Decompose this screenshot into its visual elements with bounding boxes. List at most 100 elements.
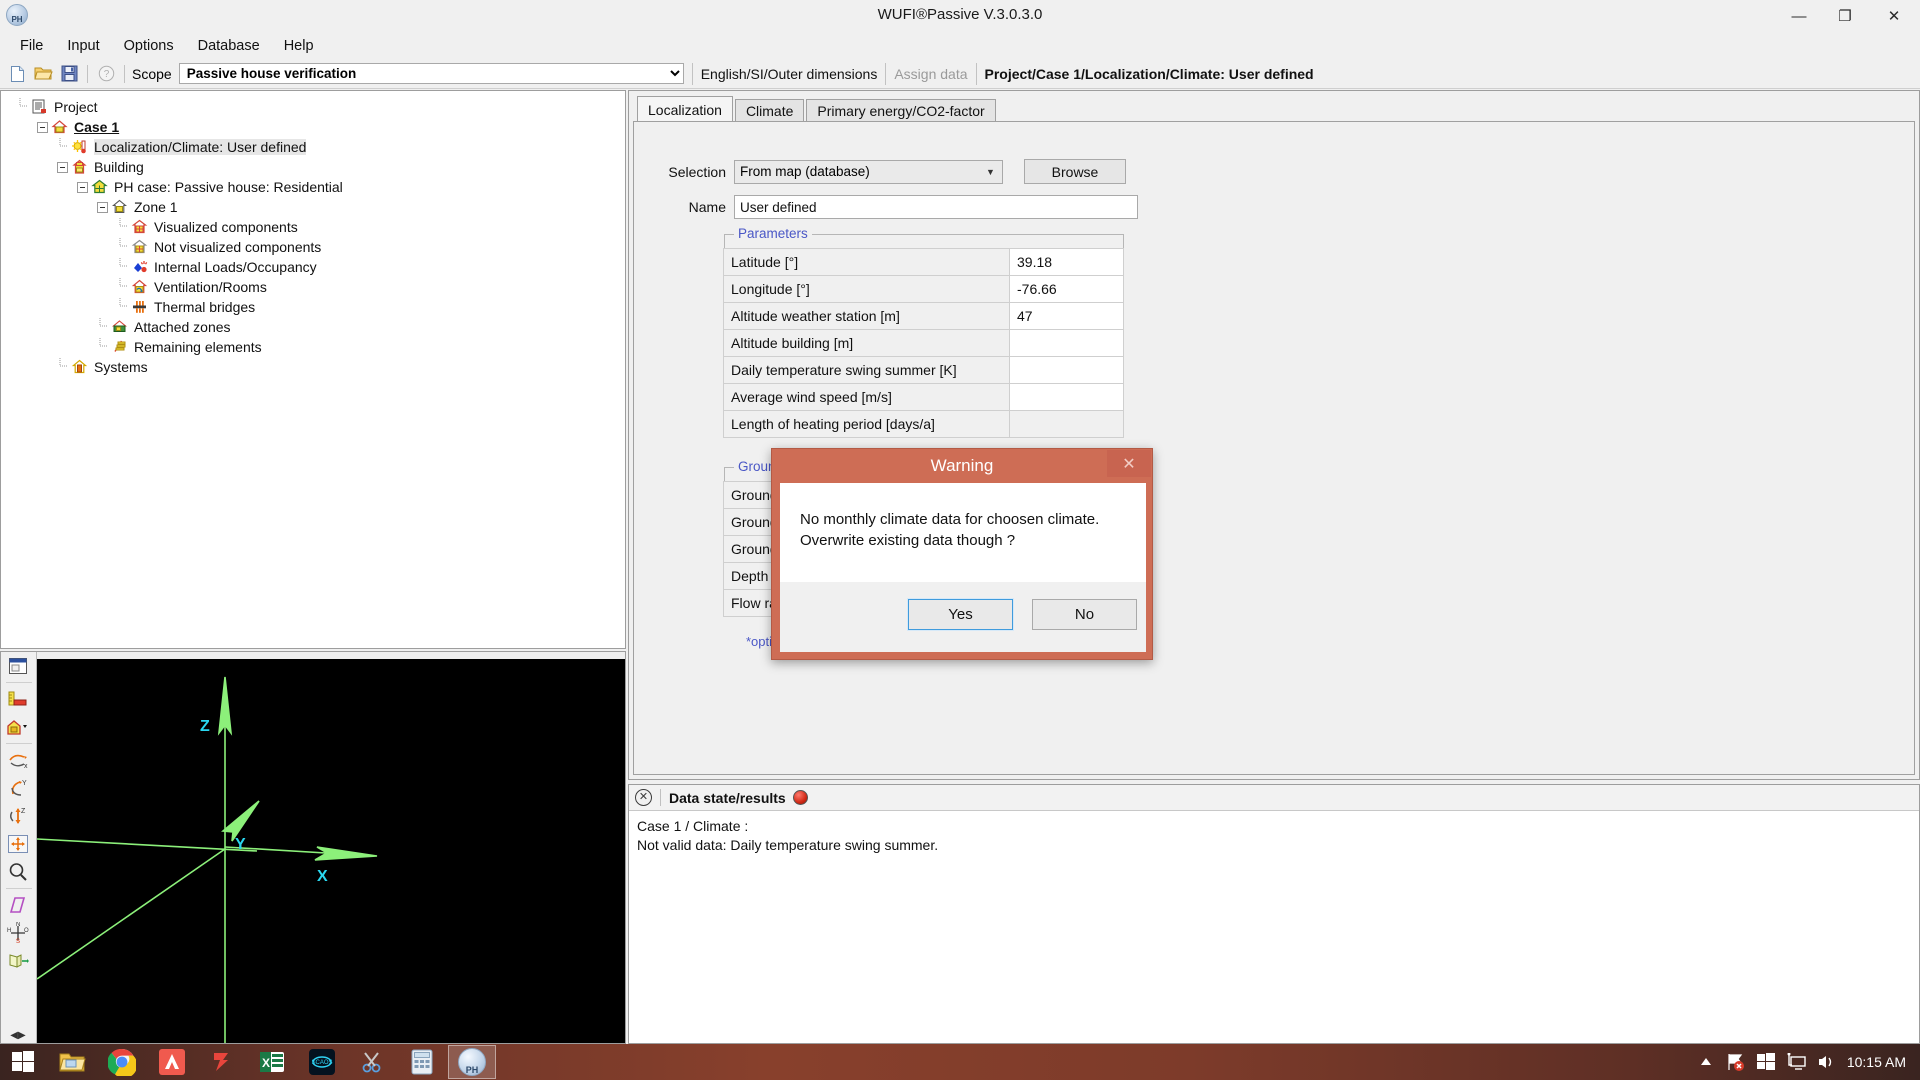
taskbar-scaos-icon[interactable]: SCAOS (298, 1045, 346, 1079)
window-layout-icon[interactable] (1, 652, 35, 680)
minimize-button[interactable]: — (1776, 0, 1822, 32)
tree-node-label: Not visualized components (154, 239, 321, 255)
warning-dialog-close-button[interactable]: ✕ (1107, 450, 1151, 477)
tree-expander-minus-icon[interactable] (77, 182, 88, 193)
tree-node-building[interactable]: Building (5, 157, 625, 177)
menu-input[interactable]: Input (55, 34, 111, 58)
rotate-z-icon[interactable]: Z (1, 802, 35, 830)
parameter-label: Length of heating period [days/a] (724, 411, 1010, 438)
warning-dialog-footer: Yes No (780, 582, 1146, 652)
close-button[interactable]: ✕ (1868, 0, 1920, 32)
taskbar-sketchup-icon[interactable] (198, 1045, 246, 1079)
close-circle-icon[interactable]: ✕ (635, 789, 652, 806)
show-hidden-icons-arrow[interactable] (1691, 1044, 1721, 1080)
rotate-x-icon[interactable]: x (1, 746, 35, 774)
plane-icon[interactable] (1, 891, 35, 919)
help-question-icon[interactable]: ? (93, 62, 119, 86)
compass-icon[interactable]: NSOH (1, 919, 35, 947)
menu-help[interactable]: Help (272, 34, 326, 58)
tree-node-not-visualized-components[interactable]: Not visualized components (5, 237, 625, 257)
warning-yes-button[interactable]: Yes (908, 599, 1013, 630)
windows-start-icon[interactable] (0, 1044, 46, 1080)
parameter-row: Daily temperature swing summer [K] (724, 357, 1124, 384)
scope-select[interactable]: Passive house verification (179, 63, 684, 84)
tree-node-label: Case 1 (74, 119, 119, 135)
taskbar-snipping-tool-icon[interactable] (348, 1045, 396, 1079)
menu-file[interactable]: File (8, 34, 55, 58)
assign-data-label[interactable]: Assign data (894, 66, 967, 82)
tree-node-label: Ventilation/Rooms (154, 279, 267, 295)
taskbar-file-explorer-icon[interactable] (48, 1045, 96, 1079)
parameter-row: Latitude [°]39.18 (724, 249, 1124, 276)
attached-zones-icon (111, 319, 129, 336)
ruler-measure-icon[interactable] (1, 685, 35, 713)
save-disk-icon[interactable] (56, 62, 82, 86)
svg-text:X: X (317, 868, 328, 885)
taskbar-autodesk-icon[interactable] (148, 1045, 196, 1079)
building-view-icon[interactable] (1, 713, 35, 741)
viewport-container: x Y Z NSOH ◀▶ (0, 651, 626, 1044)
warning-no-button[interactable]: No (1032, 599, 1137, 630)
taskbar-calculator-icon[interactable] (398, 1045, 446, 1079)
tree-expander-minus-icon[interactable] (57, 162, 68, 173)
network-error-flag-icon[interactable] (1721, 1044, 1751, 1080)
taskbar-excel-icon[interactable]: X (248, 1045, 296, 1079)
fit-to-view-icon[interactable] (1, 830, 35, 858)
tree-node-remaining-elements[interactable]: Remaining elements (5, 337, 625, 357)
application-window: WUFI®Passive V.3.0.3.0 — ❐ ✕ File Input … (0, 0, 1920, 1080)
tab-primary-energy[interactable]: Primary energy/CO2-factor (806, 99, 995, 122)
tree-expander-minus-icon[interactable] (37, 122, 48, 133)
project-tree-panel[interactable]: Project Case 1 Localization/Climate: User … (0, 90, 626, 649)
viewport-toolbar-scroll[interactable]: ◀▶ (1, 1027, 35, 1043)
svg-text:?: ? (103, 69, 109, 80)
parameter-value-input[interactable] (1010, 330, 1124, 357)
tree-node-ventilation-rooms[interactable]: Ventilation/Rooms (5, 277, 625, 297)
parameter-label: Altitude building [m] (724, 330, 1010, 357)
tree-node-ph-case-passive-house-residential[interactable]: PH case: Passive house: Residential (5, 177, 625, 197)
zoom-icon[interactable] (1, 858, 35, 886)
parameter-value-input[interactable]: 39.18 (1010, 249, 1124, 276)
tree-node-case-1[interactable]: Case 1 (5, 117, 625, 137)
breadcrumb: Project/Case 1/Localization/Climate: Use… (985, 66, 1314, 82)
parameter-label: Average wind speed [m/s] (724, 384, 1010, 411)
tree-node-thermal-bridges[interactable]: Thermal bridges (5, 297, 625, 317)
tab-climate[interactable]: Climate (735, 99, 804, 122)
chevron-down-icon[interactable]: ▼ (981, 163, 1000, 181)
name-input[interactable]: User defined (734, 195, 1138, 219)
windows-icon[interactable] (1751, 1044, 1781, 1080)
browse-button[interactable]: Browse (1024, 159, 1126, 184)
taskbar-wufi-passive-icon[interactable]: PH (448, 1045, 496, 1079)
tree-node-project[interactable]: Project (5, 97, 625, 117)
tree-node-systems[interactable]: Systems (5, 357, 625, 377)
tree-node-localization-climate-user-defined[interactable]: Localization/Climate: User defined (5, 137, 625, 157)
toolbar-divider-2 (124, 65, 125, 83)
3d-viewport[interactable]: Z Y X (37, 659, 625, 1043)
remote-connection-icon[interactable] (1781, 1044, 1811, 1080)
rotate-y-icon[interactable]: Y (1, 774, 35, 802)
parameter-value-input[interactable] (1010, 384, 1124, 411)
parameter-value-input[interactable]: -76.66 (1010, 276, 1124, 303)
extrude-icon[interactable] (1, 947, 35, 975)
taskbar-google-chrome-icon[interactable] (98, 1045, 146, 1079)
volume-icon[interactable] (1811, 1044, 1841, 1080)
menu-database[interactable]: Database (186, 34, 272, 58)
tab-localization[interactable]: Localization (637, 96, 733, 122)
window-controls: — ❐ ✕ (1776, 0, 1920, 32)
tree-node-attached-zones[interactable]: Attached zones (5, 317, 625, 337)
new-document-icon[interactable] (4, 62, 30, 86)
parameter-value-input[interactable]: 47 (1010, 303, 1124, 330)
taskbar-clock[interactable]: 10:15 AM (1841, 1054, 1920, 1070)
tree-expander-minus-icon[interactable] (97, 202, 108, 213)
open-folder-icon[interactable] (30, 62, 56, 86)
menu-options[interactable]: Options (112, 34, 186, 58)
parameter-value-input[interactable] (1010, 357, 1124, 384)
tree-node-internal-loads-occupancy[interactable]: Internal Loads/Occupancy (5, 257, 625, 277)
units-label[interactable]: English/SI/Outer dimensions (701, 66, 878, 82)
tree-connector (117, 298, 131, 317)
selection-dropdown[interactable]: From map (database) ▼ (734, 160, 1003, 184)
parameter-row: Longitude [°]-76.66 (724, 276, 1124, 303)
tree-node-visualized-components[interactable]: Visualized components (5, 217, 625, 237)
tree-node-zone-1[interactable]: Zone 1 (5, 197, 625, 217)
maximize-button[interactable]: ❐ (1822, 0, 1868, 32)
results-panel: ✕ Data state/results Case 1 / Climate : … (628, 784, 1920, 1044)
